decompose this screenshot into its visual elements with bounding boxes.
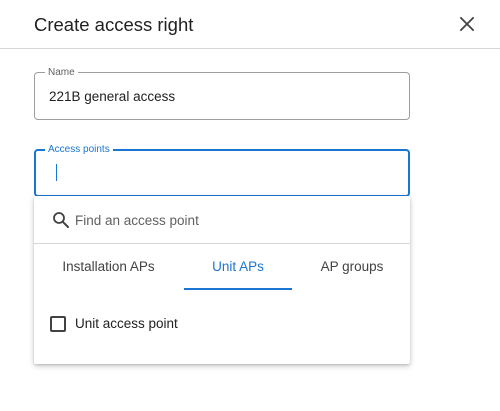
tab-installation-aps[interactable]: Installation APs (42, 244, 175, 290)
active-tab-indicator (184, 288, 292, 290)
name-field[interactable]: Name 221B general access (34, 67, 410, 120)
text-cursor (56, 164, 57, 181)
access-points-dropdown: Installation APs Unit APs AP groups Unit… (34, 196, 410, 364)
list-item[interactable]: Unit access point (34, 310, 410, 338)
tab-ap-groups[interactable]: AP groups (304, 244, 400, 290)
close-icon (459, 16, 475, 32)
search-icon (53, 212, 69, 228)
search-row (34, 196, 410, 244)
name-field-label: Name (45, 67, 78, 78)
name-field-value[interactable]: 221B general access (49, 89, 175, 105)
search-input[interactable] (75, 210, 395, 230)
dialog-header: Create access right (0, 0, 500, 49)
option-label: Unit access point (75, 316, 178, 331)
tab-unit-aps[interactable]: Unit APs (184, 244, 292, 290)
dialog-title: Create access right (34, 14, 194, 35)
access-points-field-label: Access points (45, 144, 113, 155)
close-button[interactable] (454, 11, 480, 37)
access-points-field[interactable]: Access points (34, 144, 410, 197)
unit-access-point-checkbox[interactable] (50, 316, 66, 332)
tab-bar: Installation APs Unit APs AP groups (34, 244, 410, 290)
